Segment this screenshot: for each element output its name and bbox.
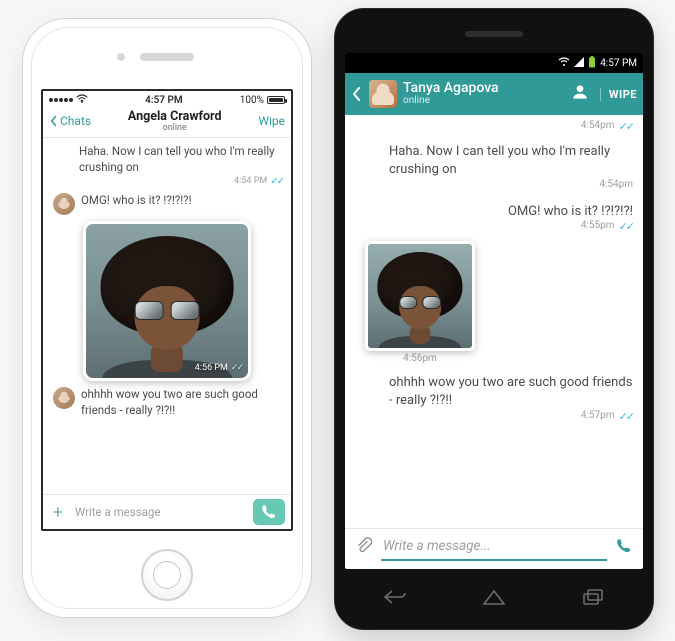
image-content — [368, 244, 472, 348]
read-receipt-icon: ✓✓ — [231, 363, 242, 373]
chat-contact-status: online — [128, 123, 222, 133]
message-text: Haha. Now I can tell you who I'm really … — [79, 144, 283, 175]
status-time: 4:57 PM — [145, 95, 183, 106]
android-input-bar: Write a message... — [345, 528, 643, 569]
wipe-button[interactable]: WIPE — [600, 88, 637, 101]
call-button[interactable] — [253, 499, 285, 525]
android-chat-header: Tanya Agapova online WIPE — [345, 73, 643, 115]
message-time: 4:56pm — [355, 353, 485, 364]
battery-icon — [267, 96, 285, 104]
message-image[interactable]: 4:56 PM ✓✓ — [83, 221, 251, 381]
ios-chat-body[interactable]: Haha. Now I can tell you who I'm really … — [43, 138, 291, 494]
call-button[interactable] — [615, 537, 633, 559]
message-text: OMG! who is it? !?!?!?! — [81, 193, 283, 209]
message-outgoing[interactable]: Haha. Now I can tell you who I'm really … — [51, 144, 283, 187]
message-input[interactable]: Write a message — [73, 501, 247, 523]
attach-button[interactable] — [355, 537, 373, 559]
message-text: ohhhh wow you two are such good friends … — [389, 374, 633, 409]
message-incoming[interactable]: ohhhh wow you two are such good friends … — [51, 387, 283, 418]
wifi-icon — [76, 94, 88, 106]
message-time: 4:57pm — [581, 410, 615, 423]
android-device: 4:57 PM Tanya Agapova online WIPE 4:54pm — [334, 8, 654, 630]
attach-button[interactable]: + — [49, 502, 67, 523]
chat-contact-name: Angela Crawford — [128, 109, 222, 124]
message-time: 4:54pm ✓✓ — [355, 120, 633, 133]
contact-avatar — [53, 387, 75, 409]
message-text: OMG! who is it? !?!?!?! — [405, 204, 633, 219]
message-outgoing[interactable]: ohhhh wow you two are such good friends … — [355, 374, 633, 423]
contact-avatar — [53, 193, 75, 215]
message-time: 4:54pm — [599, 179, 633, 190]
status-time: 4:57 PM — [600, 58, 637, 69]
message-time: 4:55pm — [581, 220, 615, 233]
signal-icon — [574, 57, 584, 70]
iphone-camera — [117, 53, 125, 61]
read-receipt-icon: ✓✓ — [619, 410, 633, 423]
message-time: 4:54 PM — [234, 176, 267, 187]
message-outgoing[interactable]: OMG! who is it? !?!?!?! 4:55pm ✓✓ — [355, 204, 633, 233]
iphone-screen: 4:57 PM 100% Chats Angela Crawford onlin… — [41, 89, 293, 531]
read-receipt-icon: ✓✓ — [270, 176, 283, 187]
contact-avatar[interactable] — [369, 80, 397, 108]
message-incoming[interactable]: OMG! who is it? !?!?!?! — [51, 193, 283, 215]
iphone-device: 4:57 PM 100% Chats Angela Crawford onlin… — [22, 18, 312, 618]
message-text: Haha. Now I can tell you who I'm really … — [389, 143, 633, 178]
ios-chat-header: Chats Angela Crawford online Wipe — [43, 107, 291, 138]
back-label: Chats — [60, 114, 91, 128]
android-screen: 4:57 PM Tanya Agapova online WIPE 4:54pm — [345, 53, 643, 569]
signal-icon — [49, 98, 73, 102]
chat-contact-status: online — [403, 96, 564, 107]
android-nav-bar — [345, 579, 643, 615]
nav-back-button[interactable] — [369, 583, 421, 611]
battery-percentage: 100% — [240, 95, 264, 106]
message-outgoing[interactable]: Haha. Now I can tell you who I'm really … — [355, 143, 633, 190]
image-content — [86, 224, 248, 378]
nav-recent-button[interactable] — [567, 583, 619, 611]
message-time: 4:56 PM — [195, 363, 228, 373]
wipe-button[interactable]: Wipe — [258, 114, 285, 128]
message-input[interactable]: Write a message... — [381, 535, 607, 561]
ios-input-bar: + Write a message — [43, 494, 291, 529]
message-image[interactable] — [365, 241, 475, 351]
message-text: ohhhh wow you two are such good friends … — [81, 387, 283, 418]
chat-contact-name: Tanya Agapova — [403, 81, 564, 96]
profile-icon[interactable] — [570, 82, 590, 106]
ios-status-bar: 4:57 PM 100% — [43, 91, 291, 107]
nav-home-button[interactable] — [468, 583, 520, 611]
android-chat-body[interactable]: 4:54pm ✓✓ Haha. Now I can tell you who I… — [345, 115, 643, 528]
android-speaker — [465, 31, 523, 37]
back-button[interactable]: Chats — [49, 114, 91, 128]
read-receipt-icon: ✓✓ — [619, 220, 633, 233]
back-button[interactable] — [351, 86, 363, 102]
message-image-row[interactable]: 4:56pm — [355, 241, 633, 364]
wifi-icon — [558, 57, 570, 70]
android-status-bar: 4:57 PM — [345, 53, 643, 73]
iphone-home-button[interactable] — [141, 549, 193, 601]
iphone-speaker — [140, 53, 194, 61]
battery-icon — [588, 56, 596, 71]
read-receipt-icon: ✓✓ — [619, 120, 633, 133]
